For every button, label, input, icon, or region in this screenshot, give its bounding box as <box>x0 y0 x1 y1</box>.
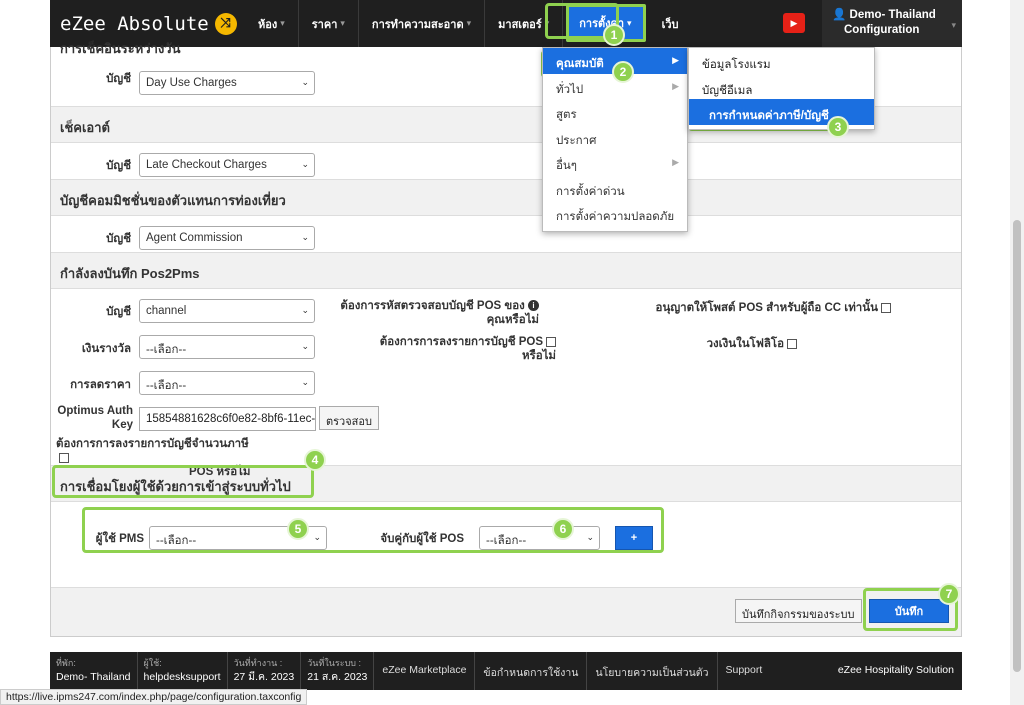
step-badge-7: 7 <box>938 583 960 605</box>
scrollbar-thumb[interactable] <box>1013 220 1021 672</box>
info-icon[interactable]: i <box>528 300 539 312</box>
reward-label: เงินรางวัล <box>81 343 131 355</box>
chevron-down-icon: ⌄ <box>301 305 309 315</box>
submenu-hotel-info[interactable]: ข้อมูลโรงแรม <box>689 48 874 74</box>
chevron-right-icon: ▶ <box>672 157 679 167</box>
chevron-down-icon: ⌄ <box>301 232 309 242</box>
menu-item-security[interactable]: การตั้งค่าความปลอดภัย <box>543 201 687 227</box>
commission-account-select[interactable]: Agent Commission ⌄ <box>139 226 315 250</box>
account-label: บัญชี <box>106 233 131 245</box>
user-name: Demo- Thailand <box>849 9 936 21</box>
step-badge-3: 3 <box>827 116 849 138</box>
account-label: บัญชี <box>106 306 131 318</box>
nav-housekeeping[interactable]: การทำความสะอาด ▾ <box>359 0 486 47</box>
account-label: บัญชี <box>106 160 131 172</box>
step-badge-4: 4 <box>304 449 326 471</box>
auth-key-label: Optimus Auth Key <box>57 405 133 431</box>
caret-down-icon: ▾ <box>627 17 632 28</box>
chevron-right-icon: ▶ <box>672 55 679 65</box>
footer-user: ผู้ใช้: helpdesksupport <box>138 652 228 690</box>
footer-link-terms[interactable]: ข้อกำหนดการใช้งาน <box>475 652 588 690</box>
step-badge-1: 1 <box>603 24 625 46</box>
status-url: https://live.ipms247.com/index.php/page/… <box>0 689 308 705</box>
logo-text: eZee Absolute <box>60 12 209 35</box>
step-badge-5: 5 <box>287 518 309 540</box>
properties-submenu: ข้อมูลโรงแรม บัญชีอีเมล การกำหนดค่าภาษี/… <box>688 47 875 130</box>
highlight-link-section <box>52 465 314 498</box>
caret-down-icon: ▾ <box>951 20 956 30</box>
checkout-row: บัญชี Late Checkout Charges ⌄ <box>51 143 961 179</box>
step-badge-2: 2 <box>612 61 634 83</box>
pos2pms-panel: บัญชี channel ⌄ เงินรางวัล --เลือก-- ⌄ การ… <box>51 289 961 478</box>
footer-brand: eZee Hospitality Solution <box>837 664 954 676</box>
footer-working-date: วันที่ทำงาน :27 มี.ค. 2023 <box>228 652 302 690</box>
account-label: บัญชี <box>106 73 131 85</box>
youtube-icon[interactable]: ▶ <box>783 13 805 33</box>
caret-down-icon: ▾ <box>280 18 285 28</box>
auth-key-input[interactable]: 15854881628c6f0e82-8bf6-11ec-b <box>139 407 316 431</box>
menu-item-other[interactable]: อื่นๆ ▶ <box>543 150 687 176</box>
cc-holder-question: อนุญาตให้โพสต์ POS สำหรับผู้ถือ CC เท่าน… <box>611 299 891 317</box>
chevron-down-icon: ⌄ <box>301 341 309 351</box>
footer-system-date: วันที่ในระบบ :21 ส.ค. 2023 <box>301 652 375 690</box>
nav-web[interactable]: เว็บ <box>649 0 692 47</box>
folio-limit-question: วงเงินในโฟลิโอ <box>651 335 797 353</box>
nav-rooms[interactable]: ห้อง ▾ <box>245 0 299 47</box>
menu-item-quick-setup[interactable]: การตั้งค่าด่วน <box>543 176 687 202</box>
pos-account-select[interactable]: channel ⌄ <box>139 299 315 323</box>
pos-audit-code-question: ต้องการรหัสตรวจสอบบัญชี POS ของ i คุณหรือ… <box>340 300 539 326</box>
folio-limit-checkbox[interactable] <box>787 338 797 349</box>
action-bar: บันทึกกิจกรรมของระบบ บันทึก <box>51 587 961 636</box>
verify-button[interactable]: ตรวจสอบ <box>319 406 379 430</box>
reward-select[interactable]: --เลือก-- ⌄ <box>139 335 315 359</box>
user-role: Configuration <box>844 24 920 36</box>
commission-row: บัญชี Agent Commission ⌄ <box>51 216 961 252</box>
chevron-down-icon: ⌄ <box>301 77 309 87</box>
audit-trail-button[interactable]: บันทึกกิจกรรมของระบบ <box>735 599 862 623</box>
user-menu[interactable]: 👤 Demo- Thailand Configuration ▾ <box>822 0 962 47</box>
pos-posting-checkbox[interactable] <box>546 336 556 347</box>
chevron-right-icon: ▶ <box>672 80 679 91</box>
step-badge-6: 6 <box>552 518 574 540</box>
nav-rates[interactable]: ราคา ▾ <box>299 0 359 47</box>
chevron-down-icon: ⌄ <box>301 377 309 387</box>
menu-item-formula[interactable]: สูตร <box>543 99 687 125</box>
app-logo[interactable]: eZee Absolute ⤨ <box>50 12 245 35</box>
pos-tax-checkbox[interactable] <box>59 452 69 463</box>
day-use-account-select[interactable]: Day Use Charges ⌄ <box>139 71 315 95</box>
section-title-pos2pms: กำลังลงบันทึก Pos2Pms <box>51 252 961 289</box>
discount-label: การลดราคา <box>70 379 131 391</box>
chevron-down-icon: ⌄ <box>301 159 309 169</box>
footer-link-privacy[interactable]: นโยบายความเป็นส่วนตัว <box>587 652 718 690</box>
shuffle-icon[interactable]: ⤨ <box>214 12 237 35</box>
checkout-account-select[interactable]: Late Checkout Charges ⌄ <box>139 153 315 177</box>
footer-link-marketplace[interactable]: eZee Marketplace <box>374 652 476 690</box>
cc-holder-checkbox[interactable] <box>881 302 891 313</box>
section-title-commission: บัญชีคอมมิชชั่นของตัวแทนการท่องเที่ยว <box>51 179 961 216</box>
submenu-email-account[interactable]: บัญชีอีเมล <box>689 74 874 100</box>
section-title-partial: การเช็คอินระหว่างวัน <box>60 41 181 56</box>
top-navbar: eZee Absolute ⤨ ห้อง ▾ ราคา ▾ การทำความสะอ… <box>50 0 962 47</box>
caret-down-icon: ▾ <box>466 18 472 28</box>
footer-link-support[interactable]: Support <box>718 652 771 690</box>
pos-posting-question: ต้องการการลงรายการบัญชี POS หรือไม่ <box>379 336 556 362</box>
footer-property: ที่พัก: Demo- Thailand <box>50 652 138 690</box>
discount-select[interactable]: --เลือก-- ⌄ <box>139 371 315 395</box>
caret-down-icon: ▾ <box>340 18 345 28</box>
highlight-user-mapping <box>82 507 664 553</box>
footer-bar: ที่พัก: Demo- Thailand ผู้ใช้: helpdesksup… <box>50 652 962 690</box>
menu-item-notice[interactable]: ประกาศ <box>543 125 687 151</box>
main-nav: ห้อง ▾ ราคา ▾ การทำความสะอาด ▾ มาสเตอร์ ▾ กา… <box>245 0 691 47</box>
